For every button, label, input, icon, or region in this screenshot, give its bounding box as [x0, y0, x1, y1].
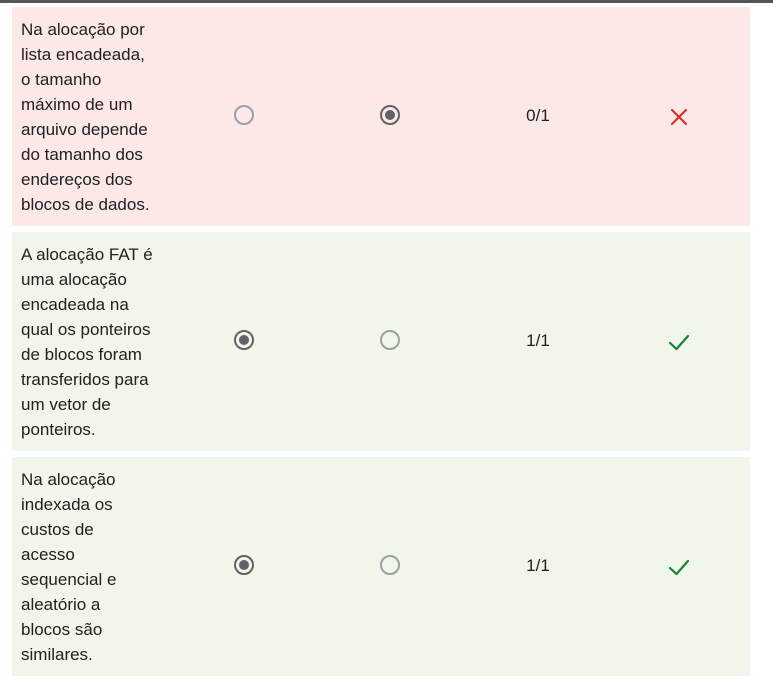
question-score: 1/1	[526, 556, 550, 575]
option-1-radio[interactable]	[234, 330, 254, 350]
check-icon	[668, 559, 690, 576]
question-statement: Na alocação indexada os custos de acesso…	[21, 470, 117, 664]
option-2-radio[interactable]	[380, 105, 400, 125]
check-icon	[668, 334, 690, 351]
question-statement: Na alocação por lista encadeada, o taman…	[21, 20, 150, 214]
radio-selected-dot	[385, 110, 395, 120]
top-divider	[0, 0, 773, 3]
question-grid: Na alocação por lista encadeada, o taman…	[12, 7, 750, 682]
option-1-radio[interactable]	[234, 105, 254, 125]
question-statement: A alocação FAT é uma alocação encadeada …	[21, 245, 153, 439]
option-2-radio[interactable]	[380, 555, 400, 575]
question-row: A alocação FAT é uma alocação encadeada …	[12, 232, 750, 451]
radio-selected-dot	[239, 560, 249, 570]
radio-selected-dot	[239, 335, 249, 345]
option-2-radio[interactable]	[380, 330, 400, 350]
question-score: 0/1	[526, 106, 550, 125]
question-row: Na alocação por lista encadeada, o taman…	[12, 7, 750, 226]
question-row: Na alocação indexada os custos de acesso…	[12, 457, 750, 676]
option-1-radio[interactable]	[234, 555, 254, 575]
question-score: 1/1	[526, 331, 550, 350]
cross-icon	[670, 108, 688, 126]
